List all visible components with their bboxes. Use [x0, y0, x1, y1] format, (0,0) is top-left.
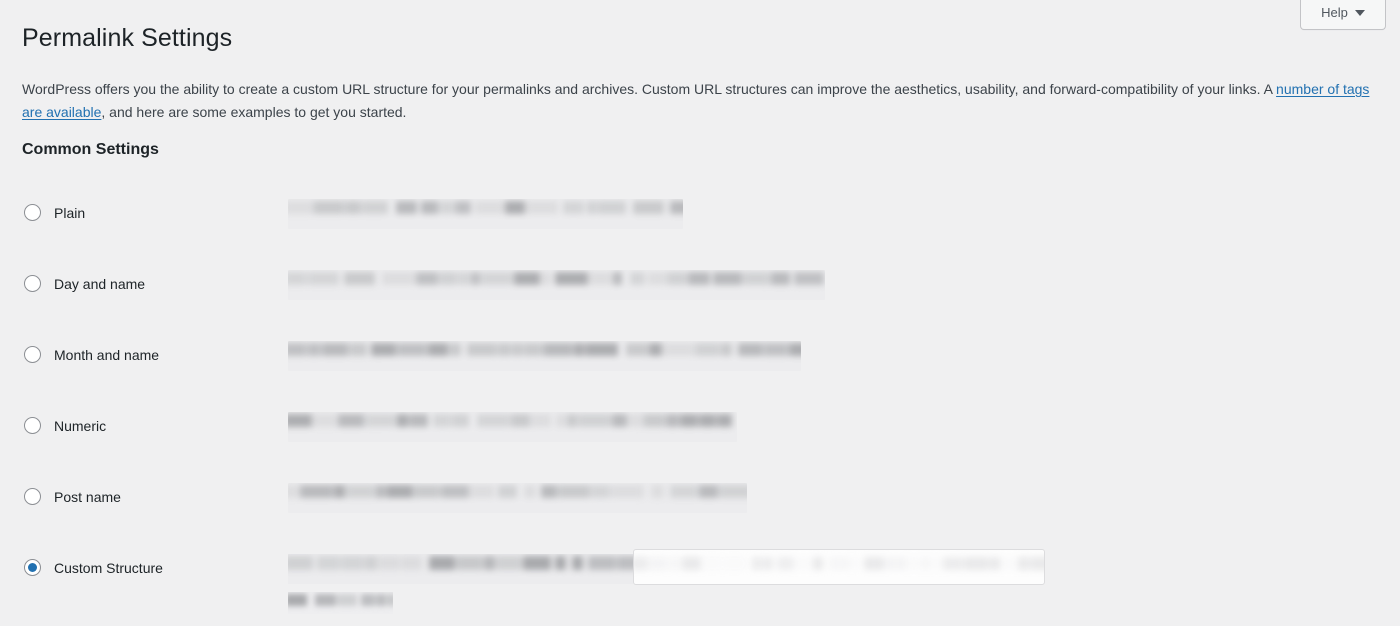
radio-label-post-name[interactable]: Post name	[54, 490, 121, 504]
redacted-text-texture	[288, 341, 801, 371]
radio-label-numeric[interactable]: Numeric	[54, 419, 106, 433]
radio-month-and-name[interactable]	[24, 346, 41, 363]
redacted-text-texture	[288, 270, 825, 300]
permalink-example-day-and-name	[288, 270, 825, 300]
redacted-text-texture	[634, 550, 1044, 584]
radio-post-name[interactable]	[24, 488, 41, 505]
permalink-example-numeric	[288, 412, 737, 442]
permalink-option-row: Day and name	[0, 256, 1400, 327]
common-settings-heading: Common Settings	[22, 141, 159, 158]
permalink-option-day-and-name[interactable]: Day and name	[24, 275, 145, 292]
permalink-example-post-name	[288, 483, 747, 513]
permalink-option-row: Post name	[0, 469, 1400, 540]
radio-plain[interactable]	[24, 204, 41, 221]
permalink-example-plain	[288, 199, 683, 229]
radio-label-custom-structure[interactable]: Custom Structure	[54, 561, 163, 575]
permalink-option-month-and-name[interactable]: Month and name	[24, 346, 159, 363]
permalink-option-row: Plain	[0, 185, 1400, 256]
permalink-option-post-name[interactable]: Post name	[24, 488, 121, 505]
permalink-example-month-and-name	[288, 341, 801, 371]
custom-structure-input[interactable]	[633, 549, 1045, 585]
permalink-option-row: Numeric	[0, 398, 1400, 469]
help-button-label: Help	[1321, 5, 1348, 20]
radio-label-plain[interactable]: Plain	[54, 206, 85, 220]
intro-paragraph: WordPress offers you the ability to crea…	[22, 78, 1382, 124]
help-button[interactable]: Help	[1300, 0, 1386, 30]
permalink-option-numeric[interactable]: Numeric	[24, 417, 106, 434]
radio-numeric[interactable]	[24, 417, 41, 434]
page-title: Permalink Settings	[22, 24, 233, 52]
custom-structure-prefix	[288, 554, 633, 584]
intro-text-before-link: WordPress offers you the ability to crea…	[22, 81, 1277, 97]
redacted-text-texture	[288, 483, 747, 513]
custom-structure-tail	[288, 592, 393, 614]
radio-label-month-and-name[interactable]: Month and name	[54, 348, 159, 362]
permalink-options-table: Plain Day and name Month and name Numeric Po…	[0, 185, 1400, 614]
redacted-text-texture	[288, 554, 633, 584]
redacted-text-texture	[288, 412, 737, 442]
redacted-text-texture	[288, 199, 683, 229]
permalink-option-plain[interactable]: Plain	[24, 204, 85, 221]
radio-custom-structure[interactable]	[24, 559, 41, 576]
permalink-option-row: Custom Structure	[0, 540, 1400, 614]
chevron-down-icon	[1354, 9, 1365, 16]
permalink-option-custom-structure[interactable]: Custom Structure	[24, 559, 163, 576]
redacted-text-texture	[288, 592, 393, 614]
permalink-option-row: Month and name	[0, 327, 1400, 398]
intro-text-after-link: , and here are some examples to get you …	[101, 104, 407, 120]
radio-day-and-name[interactable]	[24, 275, 41, 292]
radio-label-day-and-name[interactable]: Day and name	[54, 277, 145, 291]
